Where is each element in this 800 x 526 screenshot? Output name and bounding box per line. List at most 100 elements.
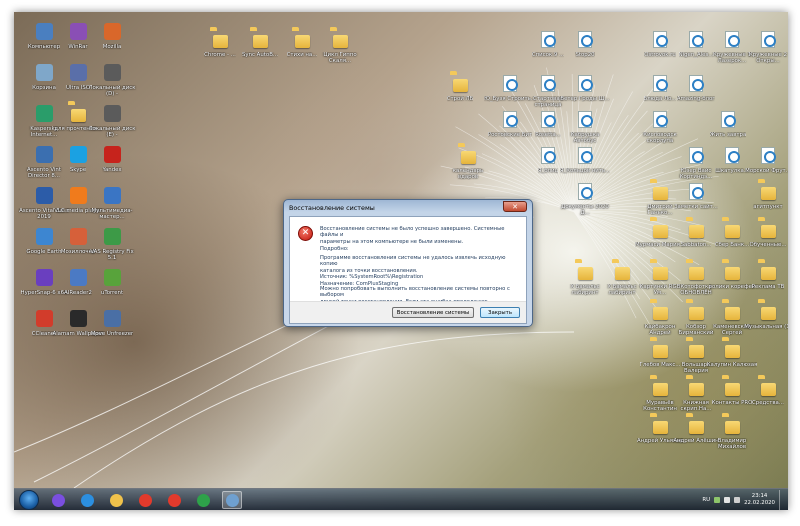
language-indicator[interactable]: RU xyxy=(702,497,710,503)
folder-icon xyxy=(330,30,350,50)
error-icon: ✕ xyxy=(298,226,313,241)
document-icon xyxy=(650,30,670,50)
folder-icon xyxy=(210,30,230,50)
system-restore-button[interactable]: Восстановление системы xyxy=(392,307,474,318)
folder-icon xyxy=(722,340,742,360)
dialog-titlebar[interactable]: Восстановление системы xyxy=(284,200,532,215)
icon-label: Обученные... xyxy=(749,242,787,248)
chrome-icon xyxy=(196,493,210,507)
explorer-icon xyxy=(109,493,123,507)
alice-icon xyxy=(51,493,65,507)
icon-label: Я_Кольцов нить... xyxy=(559,168,611,174)
document-icon xyxy=(500,74,520,94)
desktop-icon[interactable]: Локальный диск (E) - xyxy=(86,104,138,138)
desktop-icon[interactable]: Владимир Михайлов xyxy=(706,416,758,450)
clock[interactable]: 23:14 22.02.2020 xyxy=(744,493,775,507)
close-icon[interactable]: ✕ xyxy=(503,201,527,212)
icon-label: Stop20 xyxy=(575,52,595,58)
icon-label: Музыкальная (1) xyxy=(744,324,788,330)
explorer-taskbar-icon[interactable] xyxy=(106,491,126,509)
icon-label: Я_блиц xyxy=(537,168,559,174)
folder-icon xyxy=(650,262,670,282)
folder-icon xyxy=(458,146,478,166)
desktop-icon[interactable]: Музыкальная (1) xyxy=(742,302,788,330)
start-button[interactable] xyxy=(19,490,39,510)
desktop-icon[interactable]: Заметки сайт... xyxy=(670,182,722,210)
icon-label: Кабрушка Автобус xyxy=(570,132,600,144)
ie-taskbar-icon[interactable] xyxy=(77,491,97,509)
desktop-icon[interactable]: Мультимедиа-мастер... xyxy=(86,186,138,220)
alice-taskbar-icon[interactable] xyxy=(48,491,68,509)
document-icon xyxy=(686,30,706,50)
desktop-icon[interactable]: Кружевные 2 Откры... xyxy=(742,30,788,64)
document-icon xyxy=(758,30,778,50)
folder-icon xyxy=(758,220,778,240)
desktop-icon[interactable]: Обученные... xyxy=(742,220,788,248)
desktop-icon[interactable]: Средства... xyxy=(742,378,788,406)
volume-icon[interactable] xyxy=(734,497,741,503)
flag-icon[interactable] xyxy=(724,497,731,503)
app-icon xyxy=(102,309,122,329)
desktop-icon[interactable]: Жить завтра xyxy=(702,110,754,138)
desktop-icon[interactable]: Stop20 xyxy=(559,30,611,58)
app-icon xyxy=(102,227,122,247)
ie-icon xyxy=(80,493,94,507)
app-icon xyxy=(68,309,88,329)
icon-label: Стихи на... xyxy=(286,52,318,58)
desktop-icon[interactable]: uTorrent xyxy=(86,268,138,296)
app-icon xyxy=(34,145,54,165)
desktop-icon[interactable]: Кабрушка Автобус xyxy=(559,110,611,144)
app-icon xyxy=(102,63,122,83)
desktop-icon[interactable]: Move Unfreezer xyxy=(86,309,138,337)
desktop-icon[interactable]: Mozilla xyxy=(86,22,138,50)
folder-icon xyxy=(758,262,778,282)
desktop-icon[interactable]: Документы 2020 Д... xyxy=(559,182,611,216)
folder-icon xyxy=(250,30,270,50)
show-desktop-button[interactable] xyxy=(779,490,784,510)
folder-icon xyxy=(650,182,670,202)
document-icon xyxy=(538,30,558,50)
desktop-icon[interactable]: VAS Registry Fix 5.1 xyxy=(86,227,138,261)
taskbar: RU 23:14 22.02.2020 xyxy=(14,488,788,510)
icon-label: Жить завтра xyxy=(709,132,747,138)
folder-icon xyxy=(686,262,706,282)
icon-label: Mozilla xyxy=(102,44,122,50)
desktop-icon[interactable]: Я_Кольцов нить... xyxy=(559,146,611,174)
app-icon xyxy=(34,227,54,247)
icon-label: VAS Registry Fix 5.1 xyxy=(90,249,134,261)
system-restore-taskbar-icon[interactable] xyxy=(222,491,242,509)
icon-label: Amazing-блог xyxy=(676,96,716,102)
desktop-icon[interactable]: Кисловодск скорлупа xyxy=(634,110,686,144)
desktop-icon[interactable]: календарь вдаров xyxy=(442,146,494,180)
desktop-icon[interactable]: Локальный диск (D) - xyxy=(86,63,138,97)
desktop-icon[interactable]: агитпункт xyxy=(742,182,788,210)
document-icon xyxy=(758,146,778,166)
folder-icon xyxy=(450,74,470,94)
app-icon xyxy=(68,268,88,288)
desktop: Компьютер WinRar Mozilla Корзина Ultra ISO Ло… xyxy=(14,12,788,510)
dialog-title: Восстановление системы xyxy=(289,203,375,212)
document-icon xyxy=(686,74,706,94)
document-icon xyxy=(538,110,558,130)
dialog-body: ✕ Восстановление системы не было успешно… xyxy=(289,216,527,324)
desktop-icon[interactable]: Цикл Гиппо Скаля... xyxy=(314,30,366,64)
chrome-taskbar-icon[interactable] xyxy=(193,491,213,509)
close-button[interactable]: Закрыть xyxy=(480,307,520,318)
desktop-icon[interactable]: Реклама ТВ xyxy=(742,262,788,290)
desktop-icon[interactable]: Морской Фрут... xyxy=(742,146,788,174)
network-icon[interactable] xyxy=(714,497,721,503)
desktop-icon[interactable]: Калупин Калюзая xyxy=(706,340,758,368)
icon-label: Rosetta... xyxy=(535,132,561,138)
yandex-browser-taskbar-icon[interactable] xyxy=(164,491,184,509)
app-icon xyxy=(68,186,88,206)
yandex-docs-taskbar-icon[interactable] xyxy=(135,491,155,509)
app-icon xyxy=(102,186,122,206)
desktop-icon[interactable]: Строй ЛБ xyxy=(434,74,486,102)
app-icon xyxy=(102,22,122,42)
desktop-icon[interactable]: Ветер Гроды Ш... xyxy=(559,74,611,102)
icon-label: uTorrent xyxy=(100,290,124,296)
desktop-icon[interactable]: Amazing-блог xyxy=(670,74,722,102)
app-icon xyxy=(68,145,88,165)
desktop-icon[interactable]: Yandex xyxy=(86,145,138,173)
app-icon xyxy=(34,309,54,329)
